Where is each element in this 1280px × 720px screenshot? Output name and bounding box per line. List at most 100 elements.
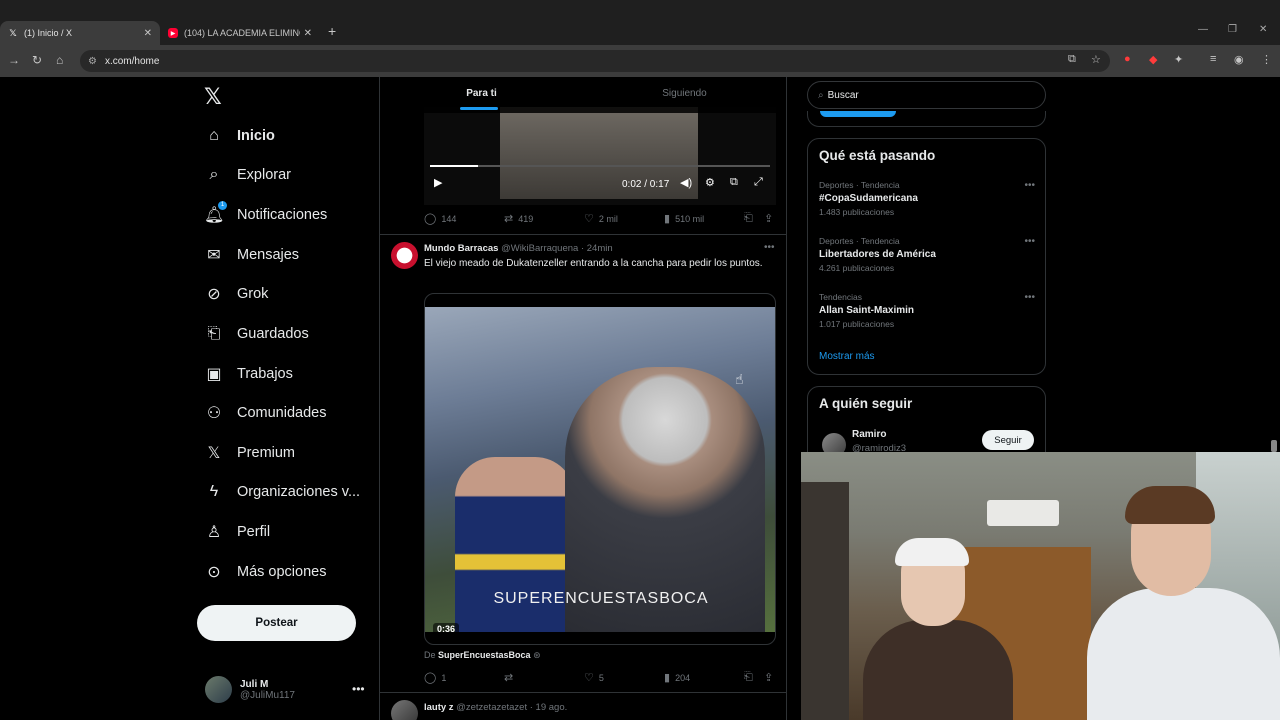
more-icon[interactable]: ••• — [1024, 292, 1035, 303]
views-button[interactable]: ▮ 510 mil — [664, 212, 744, 225]
maximize-icon[interactable]: ❐ — [1228, 24, 1237, 35]
bookmark-button[interactable]: ⎗ — [744, 671, 764, 684]
trend-item[interactable]: Deportes · Tendencia Libertadores de Amé… — [819, 236, 1035, 273]
repost-button[interactable]: ⇄ 419 — [504, 212, 584, 225]
pip-icon[interactable]: ⧉ — [730, 176, 738, 189]
more-icon[interactable]: ••• — [1024, 236, 1035, 247]
views-icon: ▮ — [664, 213, 671, 225]
reload-icon[interactable]: ↻ — [32, 53, 42, 67]
close-tab-icon[interactable]: ✕ — [144, 28, 152, 39]
more-icon[interactable]: ••• — [352, 682, 365, 696]
repost-button[interactable]: ⇄ — [504, 671, 584, 684]
views-button[interactable]: ▮ 204 — [664, 671, 744, 684]
x-logo-icon: 𝕏 — [9, 27, 17, 38]
nav-item-mensajes[interactable]: ✉ Mensajes — [204, 241, 299, 269]
home-icon[interactable]: ⌂ — [56, 53, 63, 67]
tab-para-ti[interactable]: Para ti — [380, 77, 583, 113]
more-icon[interactable]: ••• — [764, 242, 775, 253]
show-more-link[interactable]: Mostrar más — [819, 351, 875, 362]
nav-item-grok[interactable]: ⊘ Grok — [204, 280, 268, 308]
share-button[interactable]: ⇪ — [764, 671, 776, 684]
x-logo-icon[interactable]: 𝕏 — [204, 84, 222, 110]
new-tab-icon[interactable]: + — [328, 23, 336, 39]
avatar[interactable] — [391, 242, 418, 269]
like-button[interactable]: ♡ 5 — [584, 671, 664, 684]
repost-count: 419 — [518, 213, 534, 224]
nav-item-explorar[interactable]: ⌕ Explorar — [204, 161, 291, 189]
post-button[interactable]: Postear — [197, 605, 356, 641]
nav-label: Premium — [237, 445, 296, 461]
youtube-icon: ▶ — [168, 28, 178, 38]
nav-item-organizaciones[interactable]: ϟ Organizaciones v... — [204, 478, 360, 506]
trend-item[interactable]: Deportes · Tendencia #CopaSudamericana 1… — [819, 180, 1035, 217]
close-tab-icon[interactable]: ✕ — [304, 28, 312, 39]
video-progress-bar[interactable] — [430, 165, 770, 167]
reply-button[interactable]: ◯ 1 — [424, 671, 504, 684]
avatar[interactable] — [391, 700, 418, 720]
bookmark-button[interactable]: ⎗ — [744, 212, 764, 225]
menu-icon[interactable]: ⋮ — [1261, 53, 1272, 66]
nav-item-trabajos[interactable]: ▣ Trabajos — [204, 360, 293, 388]
nav-label: Notificaciones — [237, 207, 328, 223]
install-icon[interactable]: ⧉ — [1068, 53, 1076, 66]
author-name[interactable]: lauty z — [424, 702, 454, 713]
search-input[interactable] — [827, 89, 1018, 101]
fullscreen-icon[interactable]: ⤢ — [754, 176, 763, 189]
media-icon[interactable]: ≡ — [1210, 53, 1216, 65]
nav-item-perfil[interactable]: ♙ Perfil — [204, 518, 270, 546]
nav-item-guardados[interactable]: ⎗ Guardados — [204, 320, 309, 348]
nav-item-mas-opciones[interactable]: ⊙ Más opciones — [204, 558, 326, 586]
scrollbar-thumb[interactable] — [1271, 440, 1277, 452]
nav-item-premium[interactable]: 𝕏 Premium — [204, 439, 295, 467]
video-player[interactable]: ▶ 0:02 / 0:17 ◀) ⚙ ⧉ ⤢ — [424, 107, 776, 205]
close-window-icon[interactable]: ✕ — [1259, 24, 1267, 35]
tab-siguiendo[interactable]: Siguiendo — [583, 77, 786, 113]
follow-button[interactable]: Seguir — [982, 430, 1034, 450]
browser-tab-x[interactable]: 𝕏 (1) Inicio / X ✕ — [0, 21, 160, 45]
like-button[interactable]: ♡ 2 mil — [584, 212, 664, 225]
nav-item-comunidades[interactable]: ⚇ Comunidades — [204, 399, 327, 427]
video-credit[interactable]: De SuperEncuestasBoca ⊛ — [424, 650, 541, 661]
extension-icon[interactable]: ◆ — [1149, 53, 1157, 66]
nav-item-notificaciones[interactable]: 🔔︎ 1 Notificaciones — [204, 201, 327, 229]
volume-icon[interactable]: ◀) — [680, 176, 692, 189]
follow-name[interactable]: Ramiro — [852, 429, 886, 440]
person-cap — [895, 538, 969, 566]
notification-badge: 1 — [218, 201, 227, 210]
author-name[interactable]: Mundo Barracas — [424, 243, 498, 254]
credit-source: SuperEncuestasBoca — [438, 650, 531, 660]
author-handle[interactable]: @WikiBarraquena — [501, 243, 578, 254]
more-icon[interactable]: ••• — [1024, 180, 1035, 191]
repost-icon: ⇄ — [504, 672, 514, 684]
tweet-time[interactable]: · 24min — [581, 243, 613, 254]
share-button[interactable]: ⇪ — [764, 212, 776, 225]
nav-item-inicio[interactable]: ⌂ Inicio — [204, 122, 275, 150]
extension-icon[interactable]: ● — [1124, 53, 1131, 65]
profile-avatar-icon[interactable]: ◉ — [1234, 53, 1244, 66]
video-player[interactable]: SUPERENCUESTASBOCA 0:36 — [424, 293, 776, 645]
mail-icon: ✉ — [207, 247, 221, 264]
subscribe-button[interactable] — [820, 111, 896, 117]
puzzle-icon[interactable]: ✦ — [1174, 53, 1183, 66]
video-progress-fill — [430, 165, 478, 167]
nav-label: Perfil — [237, 524, 271, 540]
like-count: 2 mil — [598, 213, 618, 224]
forward-icon[interactable]: → — [8, 53, 20, 67]
star-icon[interactable]: ☆ — [1091, 53, 1101, 66]
nav-label: Trabajos — [237, 366, 293, 382]
browser-tab-youtube[interactable]: ▶ (104) LA ACADEMIA ELIMINÓ A ✕ — [160, 21, 320, 45]
minimize-icon[interactable]: — — [1198, 24, 1208, 35]
address-bar[interactable]: ⚙ x.com/home — [80, 50, 1110, 72]
settings-icon[interactable]: ⚙ — [705, 176, 715, 189]
account-switcher[interactable]: Juli M @JuliMu117 — [205, 676, 295, 703]
author-handle[interactable]: @zetzetazetazet — [456, 702, 527, 713]
tweet-time[interactable]: · 19 ago. — [530, 702, 568, 713]
video-watermark: SUPERENCUESTASBOCA — [493, 590, 709, 607]
trend-name: Allan Saint-Maximin — [819, 305, 915, 316]
search-box[interactable]: ⌕ — [807, 81, 1046, 109]
site-info-icon[interactable]: ⚙ — [88, 56, 97, 67]
play-icon[interactable]: ▶ — [434, 176, 442, 189]
reply-button[interactable]: ◯ 144 — [424, 212, 504, 225]
trend-item[interactable]: Tendencias Allan Saint-Maximin 1.017 pub… — [819, 292, 1035, 329]
nav-label: Guardados — [237, 326, 309, 342]
